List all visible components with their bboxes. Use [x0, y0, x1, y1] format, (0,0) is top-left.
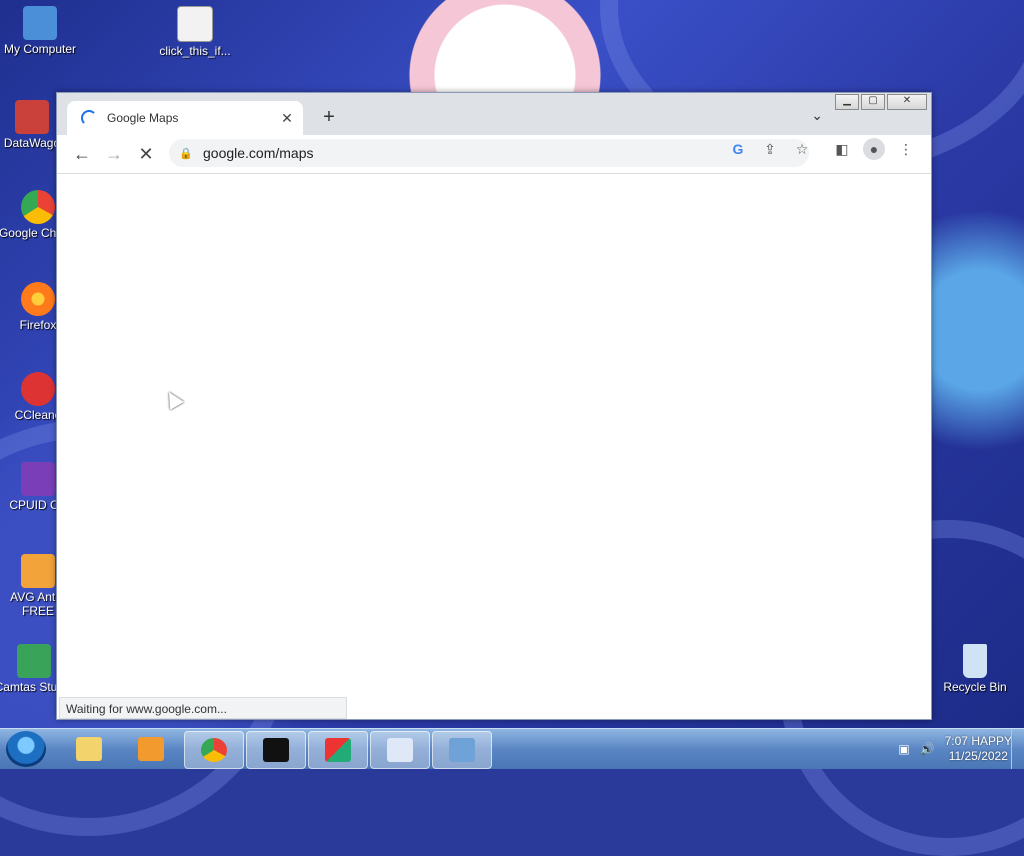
- script-file-icon: [177, 6, 213, 42]
- browser-window: ▁ ▢ ✕ Google Maps ✕ + ⌄ ← → ✕ 🔒 google.c…: [56, 92, 932, 720]
- desktop-icon-click-this[interactable]: click_this_if...: [155, 6, 235, 58]
- tab-google-maps[interactable]: Google Maps ✕: [67, 101, 303, 135]
- taskbar-file-explorer[interactable]: [60, 731, 118, 767]
- desktop-icon-recycle-bin[interactable]: Recycle Bin: [935, 644, 1015, 694]
- chrome-icon: [201, 738, 227, 762]
- file-explorer-icon: [76, 737, 102, 761]
- page-viewport[interactable]: Waiting for www.google.com...: [57, 174, 931, 719]
- cpuid-icon: [21, 462, 55, 496]
- taskbar-media-player[interactable]: [122, 731, 180, 767]
- start-button[interactable]: [6, 731, 46, 767]
- computer-icon: [23, 6, 57, 40]
- command-prompt-icon: [263, 738, 289, 762]
- taskbar-app[interactable]: [308, 731, 368, 769]
- loading-spinner-icon: [81, 110, 97, 126]
- bookmark-star-icon[interactable]: ☆: [791, 138, 813, 160]
- taskbar-control-panel[interactable]: [432, 731, 492, 769]
- status-bubble: Waiting for www.google.com...: [59, 697, 347, 719]
- clock-time: 7:07 HAPPY: [944, 734, 1012, 748]
- shortcut-icon: [15, 100, 49, 134]
- taskbar-chrome[interactable]: [184, 731, 244, 769]
- notepad-icon: [387, 738, 413, 762]
- taskbar-notepad[interactable]: [370, 731, 430, 769]
- share-icon[interactable]: ⇪: [759, 138, 781, 160]
- taskbar: ▣ 🔊 7:07 HAPPY 11/25/2022: [0, 728, 1024, 769]
- tab-search-chevron-icon[interactable]: ⌄: [811, 107, 823, 124]
- system-tray: ▣ 🔊 7:07 HAPPY 11/25/2022: [898, 731, 1012, 767]
- address-bar[interactable]: 🔒 google.com/maps: [169, 139, 809, 167]
- taskbar-command-prompt[interactable]: [246, 731, 306, 769]
- close-window-button[interactable]: ✕: [887, 94, 927, 110]
- desktop-icon-my-computer[interactable]: My Computer: [0, 6, 80, 56]
- volume-icon[interactable]: 🔊: [920, 742, 935, 756]
- tab-title: Google Maps: [107, 111, 179, 125]
- window-controls: ▁ ▢ ✕: [835, 94, 927, 110]
- side-panel-icon[interactable]: ◧: [831, 138, 853, 160]
- back-button[interactable]: ←: [71, 143, 93, 165]
- show-desktop-button[interactable]: [1011, 729, 1024, 769]
- stop-loading-button[interactable]: ✕: [135, 143, 157, 165]
- ccleaner-icon: [21, 372, 55, 406]
- firefox-icon: [21, 282, 55, 316]
- profile-avatar-icon[interactable]: ●: [863, 138, 885, 160]
- browser-toolbar: ← → ✕ 🔒 google.com/maps G ⇪ ☆ ◧ ● ⋮: [57, 135, 931, 174]
- maximize-button[interactable]: ▢: [861, 94, 885, 110]
- chrome-icon: [21, 190, 55, 224]
- control-panel-icon: [449, 738, 475, 762]
- minimize-button[interactable]: ▁: [835, 94, 859, 110]
- avg-icon: [21, 554, 55, 588]
- network-icon[interactable]: ▣: [898, 742, 909, 756]
- google-icon[interactable]: G: [727, 138, 749, 160]
- camtasia-icon: [17, 644, 51, 678]
- clock[interactable]: 7:07 HAPPY 11/25/2022: [945, 734, 1012, 764]
- url-text[interactable]: google.com/maps: [203, 145, 809, 161]
- media-player-icon: [138, 737, 164, 761]
- menu-kebab-icon[interactable]: ⋮: [895, 138, 917, 160]
- clock-date: 11/25/2022: [948, 749, 1008, 763]
- app-icon: [325, 738, 351, 762]
- lock-icon: 🔒: [179, 147, 193, 160]
- forward-button[interactable]: →: [103, 143, 125, 165]
- close-tab-icon[interactable]: ✕: [279, 110, 295, 127]
- new-tab-button[interactable]: +: [317, 106, 341, 129]
- recycle-bin-icon: [963, 644, 987, 678]
